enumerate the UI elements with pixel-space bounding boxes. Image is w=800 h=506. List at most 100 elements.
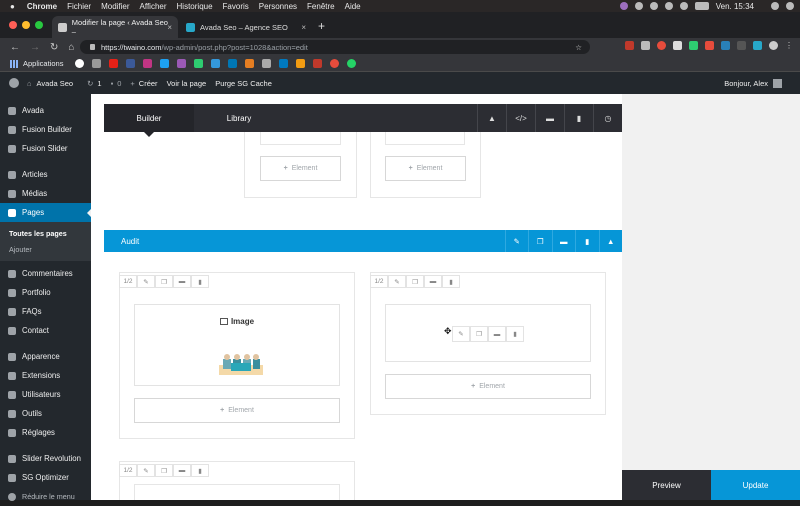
twitter-icon[interactable] [160,59,170,68]
github-icon[interactable] [634,2,643,10]
trash-icon[interactable]: ▮ [564,104,593,132]
linkedin-icon[interactable] [228,59,238,68]
menu-personnes[interactable]: Personnes [259,2,297,11]
google-icon[interactable] [75,59,85,68]
tab-edit-page[interactable]: Modifier la page ‹ Avada Seo – × [52,16,178,38]
forward-icon[interactable]: → [30,42,40,53]
profile-icon[interactable] [619,2,628,10]
whatsapp-icon[interactable] [347,59,357,68]
save-icon[interactable]: ▬ [173,464,191,477]
tab-builder[interactable]: Builder [104,104,194,137]
extension-icon[interactable] [721,41,730,50]
menu-fenetre[interactable]: Fenêtre [307,2,335,11]
sidebar-item-comments[interactable]: Commentaires [0,264,91,283]
apple-icon[interactable]: ● [10,2,15,11]
bookmark-icon[interactable] [92,59,102,68]
toggle-icon[interactable]: ▲ [598,230,623,252]
extension-icon[interactable] [673,41,682,50]
close-window-button[interactable] [9,21,17,29]
menu-fichier[interactable]: Fichier [67,2,91,11]
tab-library[interactable]: Library [194,104,284,132]
clone-icon[interactable]: ❐ [470,326,488,342]
delete-icon[interactable]: ▮ [575,230,599,252]
bookmark-icon[interactable] [245,59,255,68]
submenu-all-pages[interactable]: Toutes les pages [0,225,91,241]
url-input[interactable]: https://twaino.com/wp-admin/post.php?pos… [80,40,590,54]
bookmark-icon[interactable] [177,59,187,68]
minimize-window-button[interactable] [22,21,30,29]
dropbox-icon[interactable] [649,2,658,10]
sidebar-item-fusion-slider[interactable]: Fusion Slider [0,139,91,158]
update-button[interactable]: Update [711,470,800,500]
menu-icon[interactable] [786,2,794,10]
bookmark-icon[interactable] [211,59,221,68]
section-header[interactable]: Audit ✎ ❐ ▬ ▮ ▲ [104,230,622,252]
reload-icon[interactable]: ↻ [50,42,58,53]
updates-menu[interactable]: ↻ 1 [87,79,101,88]
column-size[interactable]: 1/2 [119,275,137,288]
sidebar-collapse-menu[interactable]: Réduire le menu [0,487,91,506]
sidebar-item-medias[interactable]: Médias [0,184,91,203]
column-size[interactable]: 1/2 [119,464,137,477]
extension-icon[interactable] [737,41,746,50]
cloud-icon[interactable] [664,2,673,10]
save-icon[interactable]: ▬ [551,230,576,252]
sidebar-item-extensions[interactable]: Extensions [0,366,91,385]
instagram-icon[interactable] [143,59,153,68]
bookmark-applications[interactable]: Applications [10,59,63,68]
trello-icon[interactable] [279,59,289,68]
image-element[interactable]: Image [134,304,340,386]
save-icon[interactable]: ▬ [535,104,564,132]
add-element-button[interactable]: + Element [385,156,466,181]
bookmark-icon[interactable] [330,59,340,68]
analytics-icon[interactable] [296,59,306,68]
save-icon[interactable]: ▬ [488,326,506,342]
home-icon[interactable]: ⌂ [68,42,74,53]
sidebar-item-avada[interactable]: Avada [0,101,91,120]
column-size[interactable]: 1/2 [370,275,388,288]
clone-icon[interactable]: ❐ [406,275,424,288]
code-icon[interactable]: </> [506,104,535,132]
extension-icon[interactable] [657,41,666,50]
sidebar-item-apparence[interactable]: Apparence [0,347,91,366]
wp-logo-menu[interactable] [9,78,27,88]
edit-icon[interactable]: ✎ [137,275,155,288]
extension-icon[interactable] [705,41,714,50]
tab-avada-seo[interactable]: Avada Seo – Agence SEO × [180,16,312,38]
app-name[interactable]: Chrome [27,2,57,11]
sidebar-item-fusion-builder[interactable]: Fusion Builder [0,120,91,139]
delete-icon[interactable]: ▮ [506,326,524,342]
facebook-icon[interactable] [126,59,136,68]
edit-icon[interactable]: ✎ [388,275,406,288]
bookmark-icon[interactable] [262,59,272,68]
sidebar-item-contact[interactable]: Contact [0,321,91,340]
menu-historique[interactable]: Historique [177,2,213,11]
extension-icon[interactable] [625,41,634,50]
menu-aide[interactable]: Aide [345,2,361,11]
menu-modifier[interactable]: Modifier [101,2,129,11]
maximize-window-button[interactable] [35,21,43,29]
sidebar-item-pages[interactable]: Pages [0,203,92,222]
submenu-add-page[interactable]: Ajouter [0,241,91,257]
sidebar-item-portfolio[interactable]: Portfolio [0,283,91,302]
bookmark-icon[interactable] [194,59,204,68]
section-title[interactable]: Audit [121,237,139,246]
sidebar-item-users[interactable]: Utilisateurs [0,385,91,404]
menu-afficher[interactable]: Afficher [140,2,167,11]
clone-icon[interactable]: ❐ [155,464,173,477]
sidebar-item-articles[interactable]: Articles [0,165,91,184]
add-element-button[interactable]: + Element [260,156,341,181]
menu-favoris[interactable]: Favoris [223,2,249,11]
clone-icon[interactable]: ❐ [155,275,173,288]
search-icon[interactable] [771,2,779,10]
edit-icon[interactable]: ✎ [137,464,155,477]
wifi-icon[interactable] [679,2,688,10]
clone-icon[interactable]: ❐ [528,230,552,252]
add-element-button[interactable]: + Element [134,398,340,423]
sidebar-item-faqs[interactable]: FAQs [0,302,91,321]
clock[interactable]: Ven. 15:34 [716,2,754,11]
extension-icon[interactable] [753,41,762,50]
sidebar-item-slider-revolution[interactable]: Slider Revolution [0,449,91,468]
edit-icon[interactable]: ✎ [504,230,529,252]
delete-icon[interactable]: ▮ [191,275,209,288]
